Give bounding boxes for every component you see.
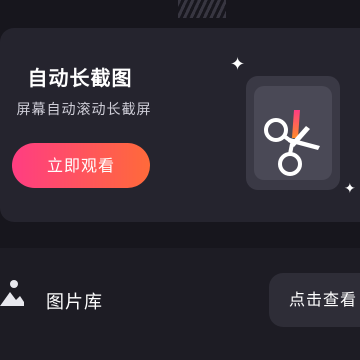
- top-decoration: [178, 0, 226, 18]
- scissors-icon: [264, 110, 320, 176]
- sparkle-icon: ✦: [344, 181, 356, 197]
- watch-now-button[interactable]: 立即观看: [12, 143, 150, 188]
- feature-title: 自动长截图: [27, 66, 133, 90]
- gallery-row[interactable]: 图片库 点击查看: [0, 248, 360, 360]
- gallery-label: 图片库: [46, 292, 103, 313]
- feature-illustration: ✦ ✦: [228, 56, 360, 206]
- feature-subtitle: 屏幕自动滚动长截屏: [16, 102, 152, 118]
- sparkle-icon: ✦: [230, 54, 246, 75]
- image-icon: [0, 280, 24, 306]
- scissors-tile: [246, 76, 340, 190]
- view-gallery-button[interactable]: 点击查看: [269, 273, 360, 327]
- screen: 自动长截图 屏幕自动滚动长截屏 立即观看 ✦ ✦ 图片库 点击查看: [0, 0, 360, 360]
- scissors-tile-inner: [254, 86, 332, 180]
